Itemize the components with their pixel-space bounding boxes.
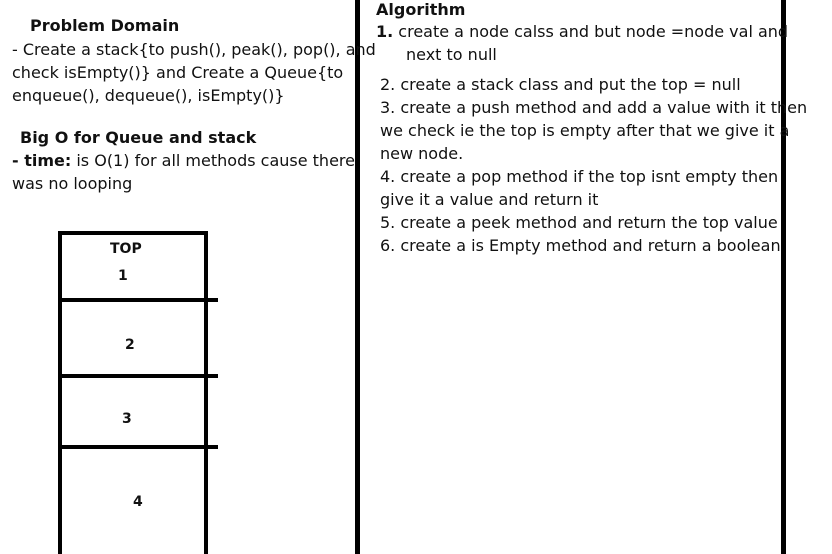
algorithm-step: 5. create a peek method and return the t… [380,213,778,232]
big-o-time-label: - time: [12,151,72,170]
algorithm-step-continuation: new node. [380,144,464,163]
stack-cell-divider [58,298,218,302]
algorithm-step-continuation: we check ie the top is empty after that … [380,121,790,140]
algorithm-step: 6. create a is Empty method and return a… [380,236,781,255]
algorithm-step: 2. create a stack class and put the top … [380,75,741,94]
big-o-line: - time: is O(1) for all methods cause th… [12,149,355,172]
algorithm-step-continuation: next to null [406,45,497,64]
stack-cell-label: 1 [118,268,128,284]
problem-domain-line: check isEmpty()} and Create a Queue{to [12,63,344,82]
problem-domain-title: Problem Domain [30,16,180,35]
stack-cell-label: 3 [122,411,132,427]
big-o-line: was no looping [12,174,133,193]
algorithm-step-continuation: give it a value and return it [380,190,599,209]
algorithm-step-text: create a node calss and but node =node v… [393,22,789,41]
algorithm-step: 4. create a pop method if the top isnt e… [380,167,779,186]
stack-cell-divider [58,374,218,378]
stack-cell-label: 2 [125,337,135,353]
algorithm-step: 3. create a push method and add a value … [380,98,808,117]
stack-cell-label: 4 [133,494,143,510]
problem-domain-line: enqueue(), dequeue(), isEmpty()} [12,86,285,105]
problem-domain-line: - Create a stack{to push(), peak(), pop(… [12,40,376,59]
big-o-time-text: is O(1) for all methods cause there [71,151,355,170]
algorithm-step-number: 1. [376,22,394,41]
algorithm-title: Algorithm [376,0,466,19]
algorithm-step: 1. create a node calss and but node =nod… [376,20,788,43]
column-divider-left [355,0,360,554]
stack-top-label: TOP [110,241,142,257]
stack-cell-divider [58,445,218,449]
column-divider-right [781,0,786,554]
big-o-title: Big O for Queue and stack [20,128,257,147]
